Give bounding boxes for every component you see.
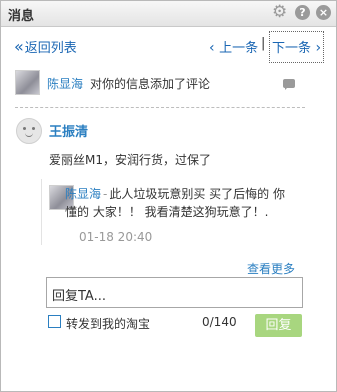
notification-row: 陈显海 对你的信息添加了评论 xyxy=(15,70,305,96)
post-text: 爱丽丝M1，安润行货，过保了 xyxy=(49,153,211,167)
reply-item: 陈显海 - 此人垃圾玩意别买 买了后悔的 你懂的 大家！！ 我看清楚这狗玩意了！. … xyxy=(41,179,309,245)
next-message-label: 下一条 xyxy=(272,41,312,56)
post-author-link[interactable]: 王振清 xyxy=(49,121,88,140)
double-chevron-left-icon: « xyxy=(14,37,24,56)
notice-text: 对你的信息添加了评论 xyxy=(90,77,211,91)
nav-separator: | xyxy=(261,36,266,51)
message-panel: 消息 ⚙ ? × «返回列表 ‹ 上一条 | 下一条 › 陈显海 对你的信息添加… xyxy=(0,0,337,392)
prev-message-link[interactable]: ‹ 上一条 xyxy=(209,37,258,56)
view-more-link[interactable]: 查看更多 xyxy=(247,260,295,277)
prev-message-label: 上一条 xyxy=(219,41,259,56)
reply-input[interactable]: 回复TA... xyxy=(46,277,303,308)
back-to-list-label: 返回列表 xyxy=(24,41,77,56)
next-message-link[interactable]: 下一条 › xyxy=(269,31,325,63)
gear-icon[interactable]: ⚙ xyxy=(272,4,287,21)
reply-separator: - xyxy=(103,187,108,201)
divider xyxy=(15,107,305,108)
close-icon[interactable]: × xyxy=(316,5,331,20)
title-bar: 消息 ⚙ ? × xyxy=(1,1,336,27)
reply-user-link[interactable]: 陈显海 xyxy=(65,187,101,201)
message-nav: «返回列表 ‹ 上一条 | 下一条 › xyxy=(1,28,336,64)
reply-timestamp: 01-18 20:40 xyxy=(79,230,153,244)
reply-submit-button[interactable]: 回复 xyxy=(255,314,302,337)
reply-content: 陈显海 - 此人垃圾玩意别买 买了后悔的 你懂的 大家！！ 我看清楚这狗玩意了！. xyxy=(65,185,287,221)
chevron-right-icon: › xyxy=(311,40,322,56)
avatar[interactable] xyxy=(16,118,42,144)
chevron-left-icon: ‹ xyxy=(209,40,220,56)
help-icon[interactable]: ? xyxy=(295,5,310,20)
avatar[interactable] xyxy=(15,70,40,95)
window-title: 消息 xyxy=(8,9,35,24)
back-to-list-link[interactable]: «返回列表 xyxy=(14,37,77,57)
reply-divider xyxy=(41,179,42,245)
notice-user-link[interactable]: 陈显海 xyxy=(47,75,83,92)
forward-checkbox[interactable] xyxy=(48,315,61,328)
comment-icon xyxy=(283,79,295,90)
char-counter: 0/140 xyxy=(202,315,237,329)
forward-label: 转发到我的淘宝 xyxy=(66,317,151,331)
